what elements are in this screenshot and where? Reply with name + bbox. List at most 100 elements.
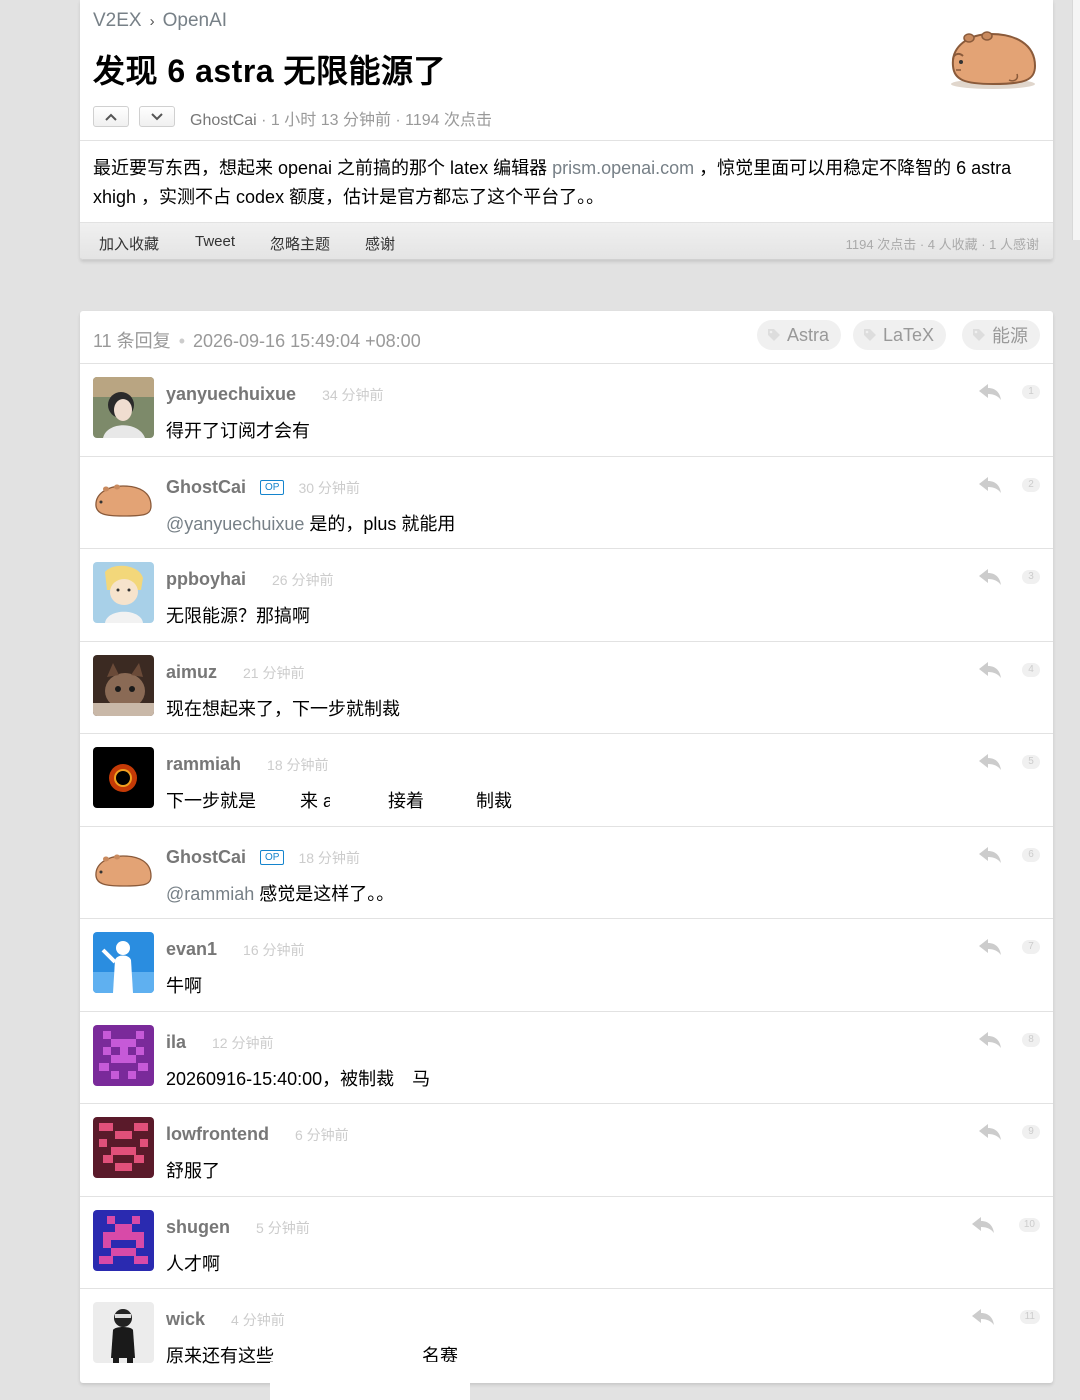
reply-content: 无限能源？那搞啊 (166, 606, 310, 626)
avatar[interactable] (93, 562, 154, 623)
floor-number: 3 (1022, 570, 1040, 584)
reply-item: ila 12 分钟前 20260916-15:40:00，被制裁马 8 (80, 1012, 1053, 1104)
floor-number: 10 (1018, 1217, 1040, 1232)
reply-date: 2026-09-16 15:49:04 +08:00 (193, 331, 421, 351)
reply-arrow-icon[interactable] (977, 660, 1003, 680)
floor-number: 7 (1022, 940, 1040, 954)
username-link[interactable]: yanyuechuixue (166, 384, 296, 404)
avatar[interactable] (93, 1117, 154, 1178)
thank-button[interactable]: 感谢 (365, 233, 395, 254)
reply-count: 11 条回复 • 2026-09-16 15:49:04 +08:00 (93, 327, 421, 353)
mention-link[interactable]: @yanyuechuixue (166, 514, 304, 534)
separator-dot: • (178, 331, 185, 351)
avatar[interactable] (93, 377, 154, 438)
tag-energy[interactable]: 能源 (962, 320, 1040, 350)
avatar[interactable] (93, 1209, 154, 1271)
breadcrumb-separator: › (149, 13, 155, 30)
reply-time: 21 分钟前 (243, 664, 305, 681)
author-avatar[interactable] (947, 26, 1039, 90)
reply-content: 20260916-15:40:00，被制裁马 (166, 1065, 430, 1091)
reply-arrow-icon[interactable] (977, 567, 1003, 587)
favorite-button[interactable]: 加入收藏 (99, 233, 159, 254)
content-link[interactable]: prism.openai.com (552, 158, 694, 178)
avatar[interactable] (93, 1302, 154, 1363)
chevron-down-icon (151, 112, 163, 120)
reply-arrow-icon[interactable] (977, 937, 1003, 957)
tag-icon (767, 329, 780, 341)
reply-content: 得开了订阅才会有 (166, 421, 310, 441)
redaction-mask (518, 790, 598, 820)
reply-content: 牛啊 (166, 976, 202, 996)
reply-count-text: 11 条回复 (93, 331, 171, 351)
topic-stats: 1194 次点击 · 4 人收藏 · 1 人感谢 (845, 237, 1039, 252)
floor-number: 9 (1022, 1125, 1040, 1139)
avatar[interactable] (93, 654, 154, 716)
breadcrumb-node-link[interactable]: OpenAI (163, 10, 227, 31)
username-link[interactable]: shugen (166, 1217, 230, 1237)
reply-time: 12 分钟前 (212, 1034, 274, 1051)
floor-number: 2 (1022, 477, 1040, 492)
tweet-button[interactable]: Tweet (195, 233, 235, 250)
tag-label: Astra (786, 324, 829, 345)
mention-link[interactable]: @rammiah (166, 884, 254, 904)
tag-astra[interactable]: Astra (756, 320, 841, 350)
redaction-mask (330, 790, 388, 820)
ignore-topic-button[interactable]: 忽略主题 (270, 233, 330, 254)
username-link[interactable]: evan1 (166, 939, 217, 959)
reply-time: 18 分钟前 (298, 849, 360, 866)
reply-arrow-icon[interactable] (977, 382, 1003, 402)
vote-up-button[interactable] (93, 106, 129, 127)
username-link[interactable]: aimuz (166, 662, 217, 682)
topic-header: V2EX › OpenAI 发现 6 astra 无限能源了 GhostCai · … (80, 0, 1053, 141)
username-link[interactable]: GhostCai (166, 847, 246, 867)
reply-item: GhostCai OP 30 分钟前 @yanyuechuixue 是的，plus … (80, 457, 1053, 549)
reply-arrow-icon[interactable] (977, 1030, 1003, 1050)
avatar[interactable] (93, 1024, 154, 1086)
breadcrumb-site-link[interactable]: V2EX (93, 10, 142, 31)
username-link[interactable]: ila (166, 1032, 186, 1052)
reply-text-part: 原来还有这些 (166, 1346, 274, 1366)
username-link[interactable]: lowfrontend (166, 1124, 269, 1144)
reply-item: ppboyhai 26 分钟前 无限能源？那搞啊 3 (80, 549, 1053, 642)
reply-item: GhostCai OP 18 分钟前 @rammiah 感觉是这样了。。 6 (80, 827, 1053, 919)
reply-time: 18 分钟前 (267, 757, 329, 773)
tag-latex[interactable]: LaTeX (852, 320, 946, 350)
reply-time: 5 分钟前 (256, 1219, 310, 1236)
content-text-before: 最近要写东西，想起来 openai 之前搞的那个 latex 编辑器 (93, 158, 553, 178)
redaction-mask (270, 1362, 470, 1400)
username-link[interactable]: GhostCai (166, 477, 246, 497)
reply-time: 4 分钟前 (231, 1312, 285, 1328)
avatar[interactable] (93, 469, 154, 531)
floor-number: 1 (1022, 385, 1040, 399)
reply-time: 26 分钟前 (272, 572, 334, 588)
reply-arrow-icon[interactable] (977, 845, 1003, 865)
reply-item: aimuz 21 分钟前 现在想起来了，下一步就制裁 4 (80, 642, 1053, 734)
reply-arrow-icon[interactable] (977, 752, 1003, 772)
username-link[interactable]: wick (166, 1309, 205, 1329)
tag-icon (863, 329, 876, 341)
avatar[interactable] (93, 747, 154, 808)
reply-text-part: 下一步就是 (166, 791, 256, 811)
floor-number: 6 (1022, 847, 1040, 862)
reply-arrow-icon[interactable] (970, 1307, 996, 1327)
reply-item: lowfrontend 6 分钟前 舒服了 9 (80, 1104, 1053, 1197)
floor-number: 8 (1022, 1032, 1040, 1047)
avatar[interactable] (93, 839, 154, 901)
redaction-mask (442, 1067, 462, 1098)
reply-arrow-icon[interactable] (977, 1122, 1003, 1142)
reply-arrow-icon[interactable] (970, 1215, 996, 1235)
username-link[interactable]: rammiah (166, 754, 241, 774)
op-badge: OP (260, 480, 285, 496)
reply-item: wick 4 分钟前 原来还有这些 名赛 11 (80, 1289, 1053, 1382)
topic-author-link[interactable]: GhostCai (190, 112, 257, 129)
reply-content: 现在想起来了，下一步就制裁 (166, 698, 400, 719)
reply-time: 16 分钟前 (243, 942, 305, 958)
reply-item: rammiah18 分钟前 下一步就是来 api 了，接着制裁 5 (80, 734, 1053, 827)
avatar[interactable] (93, 932, 154, 993)
reply-time: 6 分钟前 (294, 1127, 349, 1143)
vote-down-button[interactable] (139, 106, 175, 127)
tag-icon (973, 329, 985, 341)
username-link[interactable]: ppboyhai (166, 569, 246, 589)
reply-arrow-icon[interactable] (977, 475, 1003, 495)
reply-text-part: 制裁 (476, 791, 513, 811)
